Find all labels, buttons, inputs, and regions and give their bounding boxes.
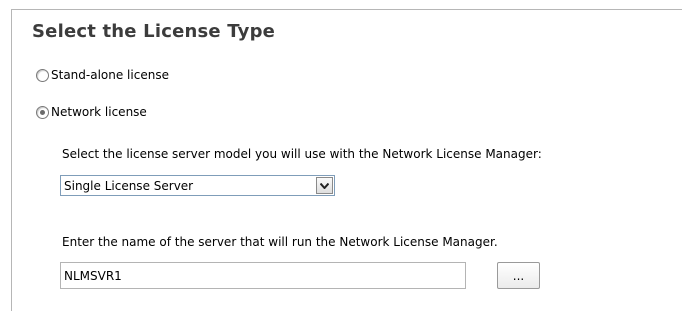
- server-model-prompt: Select the license server model you will…: [62, 147, 542, 161]
- browse-button[interactable]: ...: [497, 262, 540, 289]
- network-license-label: Network license: [51, 105, 147, 119]
- server-name-value: NLMSVR1: [64, 268, 122, 283]
- radio-button[interactable]: [36, 68, 49, 82]
- chevron-down-icon[interactable]: [316, 177, 333, 194]
- server-model-dropdown[interactable]: Single License Server: [60, 175, 335, 196]
- page-title: Select the License Type: [32, 21, 276, 42]
- server-name-field[interactable]: NLMSVR1: [60, 262, 466, 289]
- network-license-option[interactable]: Network license: [36, 105, 147, 119]
- radio-button[interactable]: [36, 105, 49, 119]
- standalone-license-option[interactable]: Stand-alone license: [36, 68, 169, 82]
- server-model-selected: Single License Server: [64, 178, 194, 193]
- standalone-license-label: Stand-alone license: [51, 68, 169, 82]
- server-name-prompt: Enter the name of the server that will r…: [62, 235, 498, 249]
